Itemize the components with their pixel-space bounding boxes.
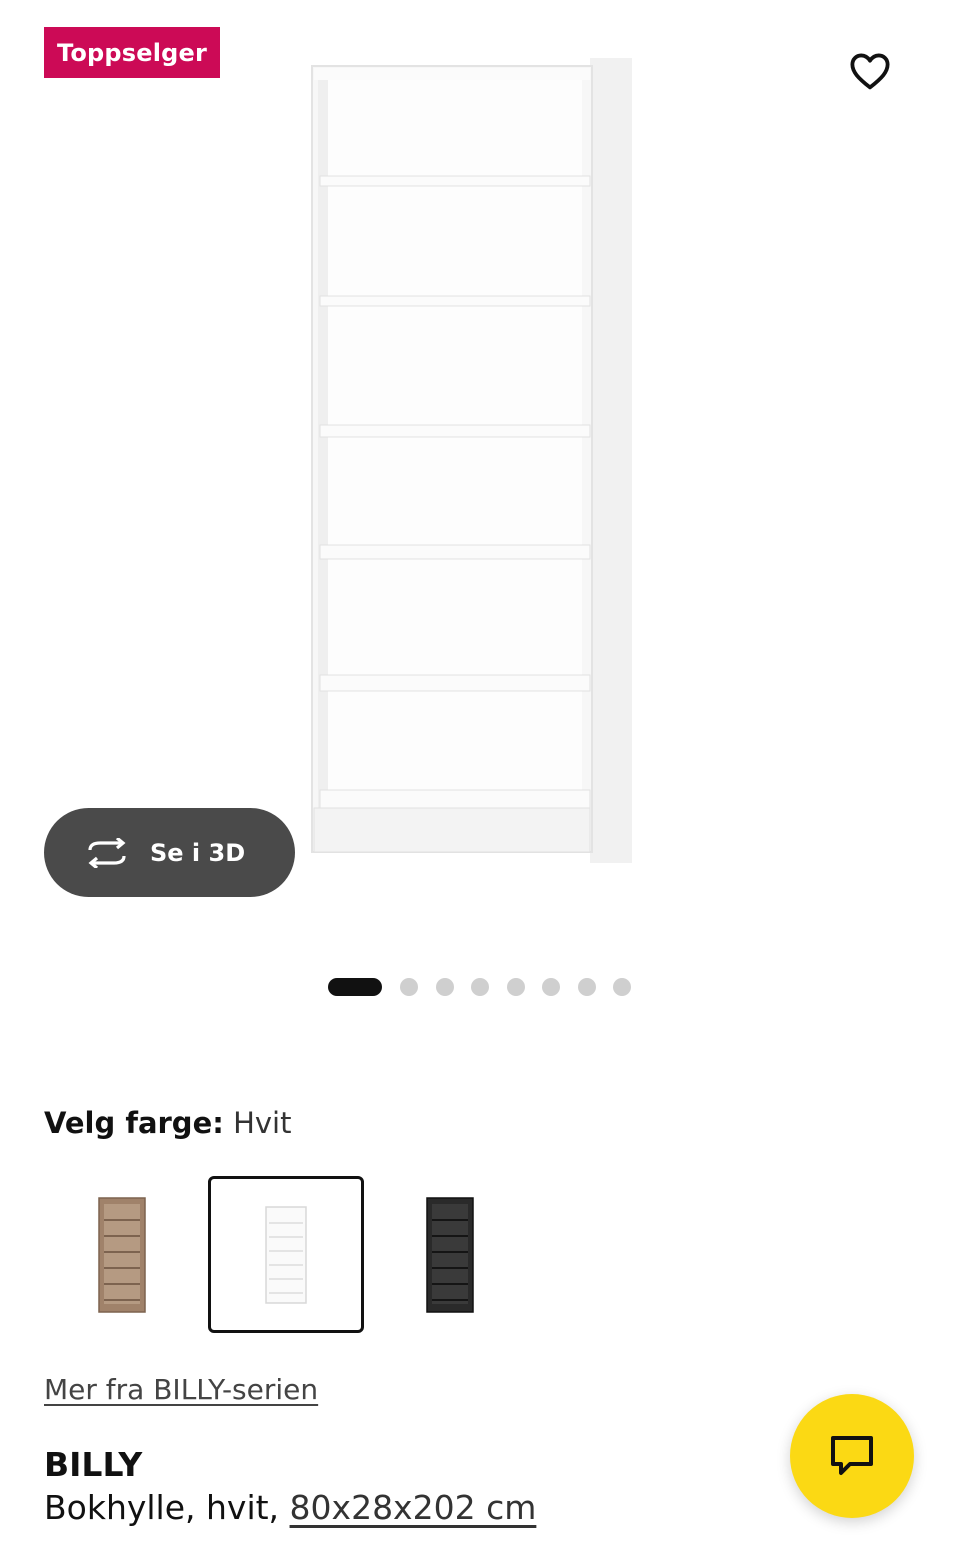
heart-icon (850, 53, 890, 90)
product-name: BILLY (44, 1445, 143, 1484)
swatch-black[interactable] (372, 1176, 528, 1333)
color-label: Velg farge: (44, 1106, 224, 1140)
carousel-dot-8[interactable] (613, 978, 631, 996)
carousel-dot-7[interactable] (577, 978, 596, 996)
swatch-wood-effect[interactable] (44, 1176, 200, 1333)
carousel-dot-6[interactable] (542, 978, 560, 996)
favorite-button[interactable] (846, 48, 894, 94)
bookshelf-product-image[interactable] (300, 50, 640, 870)
color-selection-label: Velg farge: Hvit (44, 1106, 291, 1140)
series-link[interactable]: Mer fra BILLY-serien (44, 1373, 318, 1406)
color-swatches (44, 1176, 536, 1333)
rotate-3d-icon (84, 836, 130, 870)
swatch-white[interactable] (208, 1176, 364, 1333)
chat-button[interactable] (790, 1394, 914, 1518)
chat-icon (831, 1436, 873, 1475)
carousel-dot-3[interactable] (435, 978, 454, 996)
top-seller-badge: Toppselger (44, 27, 220, 78)
carousel-dot-1[interactable] (328, 978, 382, 996)
bookshelf-wood-thumbnail (98, 1196, 146, 1313)
carousel-dot-4[interactable] (471, 978, 489, 996)
carousel-pagination (328, 977, 649, 997)
bookshelf-black-thumbnail (426, 1196, 474, 1313)
carousel-dot-2[interactable] (400, 978, 418, 996)
product-dimensions-link[interactable]: 80x28x202 cm (290, 1488, 537, 1527)
view-in-3d-label: Se i 3D (150, 838, 246, 867)
selected-color-value: Hvit (233, 1106, 292, 1140)
bookshelf-white-thumbnail (265, 1205, 307, 1304)
view-in-3d-button[interactable]: Se i 3D (44, 808, 295, 897)
product-description-text: Bokhylle, hvit, (44, 1488, 290, 1527)
product-description: Bokhylle, hvit, 80x28x202 cm (44, 1488, 536, 1527)
carousel-dot-5[interactable] (506, 978, 525, 996)
